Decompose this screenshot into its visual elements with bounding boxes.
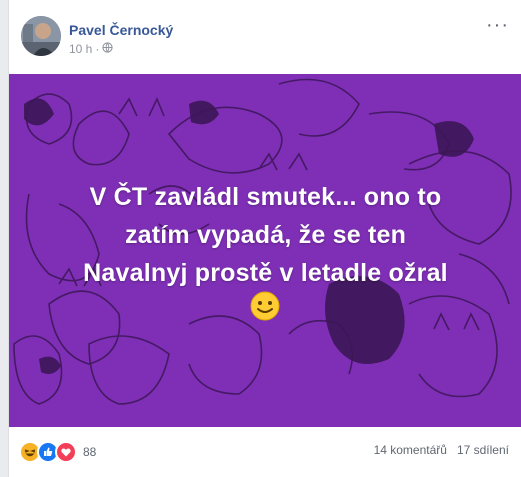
globe-icon[interactable] [102, 42, 113, 56]
post-text-line-1: V ČT zavládl smutek... ono to [89, 183, 442, 211]
post-card: Pavel Černocký 10 h · ··· V ČT zavládl s… [8, 0, 521, 477]
shares-count-link[interactable]: 17 sdílení [457, 443, 509, 457]
post-header: Pavel Černocký 10 h · ··· [9, 0, 521, 74]
post-text-line-3: Navalnyj prostě v letadle ožral [83, 259, 448, 287]
comments-count-link[interactable]: 14 komentářů [374, 443, 447, 457]
post-meta: 10 h · [69, 42, 113, 56]
author-name[interactable]: Pavel Černocký [69, 22, 173, 38]
reaction-count: 88 [83, 445, 97, 459]
more-options-button[interactable]: ··· [486, 14, 509, 37]
post-stats: 14 komentářů 17 sdílení [374, 443, 509, 457]
meta-separator: · [95, 42, 100, 56]
post-text-line-2: zatím vypadá, že se ten [124, 221, 407, 249]
post-time[interactable]: 10 h [69, 42, 92, 56]
slightly-smiling-face-icon [249, 290, 281, 322]
author-avatar[interactable] [21, 16, 61, 56]
post-text: V ČT zavládl smutek... ono to zatím vypa… [9, 178, 521, 292]
post-image[interactable]: V ČT zavládl smutek... ono to zatím vypa… [9, 74, 521, 427]
love-icon [55, 441, 77, 463]
reactions-summary[interactable]: 88 [19, 441, 96, 463]
post-footer: 88 14 komentářů 17 sdílení [9, 427, 521, 477]
